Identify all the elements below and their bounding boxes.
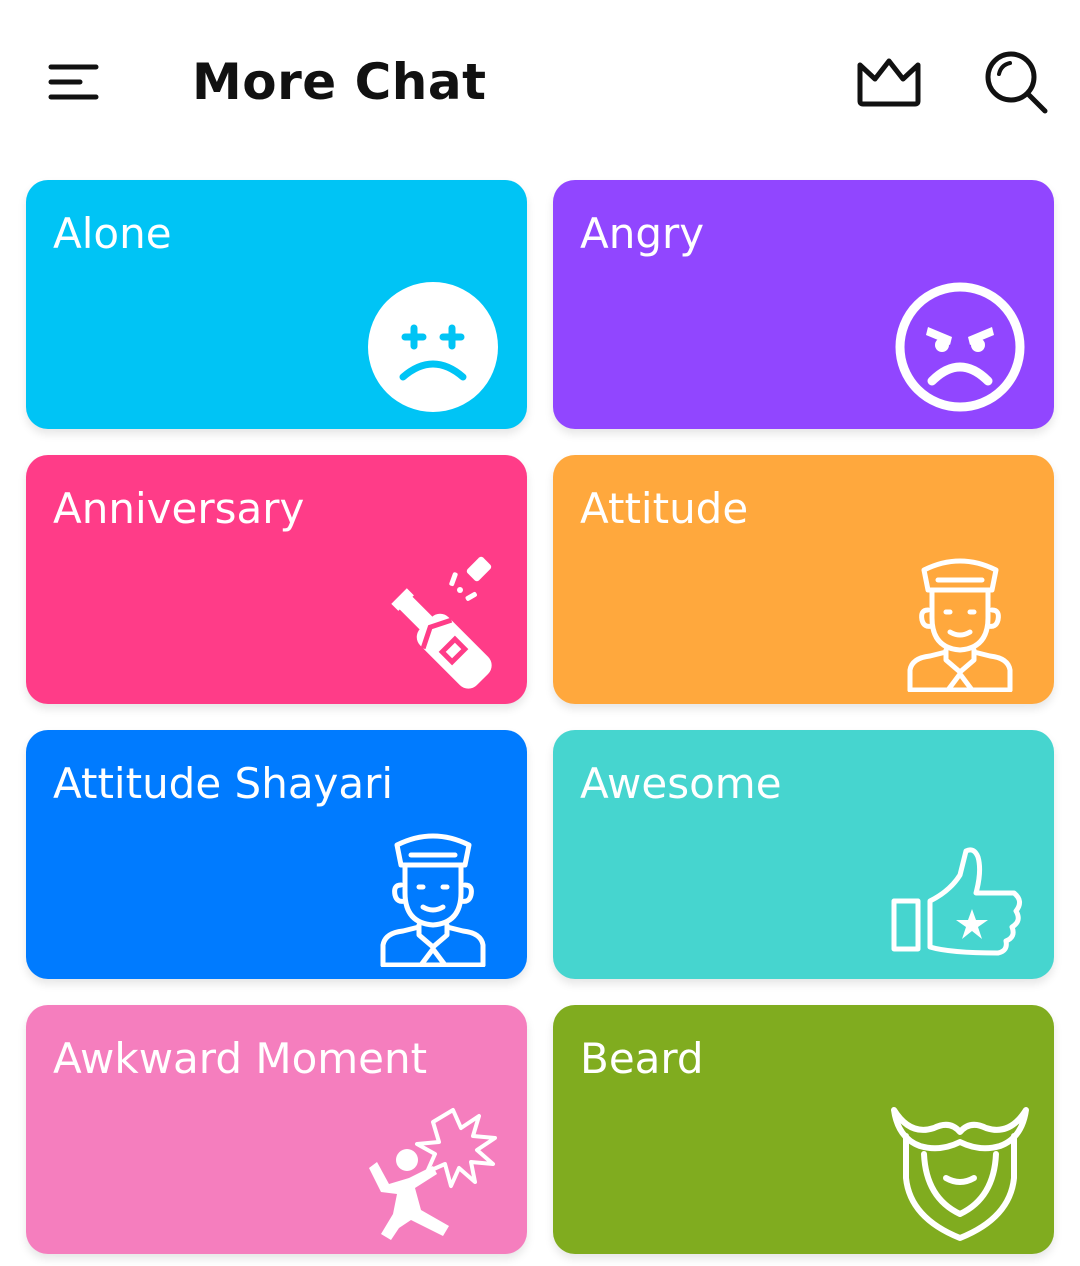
category-grid: Alone Angry Anniversary Attitude Attitud… (26, 180, 1054, 1254)
category-label: Awesome (580, 759, 782, 808)
thumbs-up-star-icon (890, 827, 1030, 967)
category-label: Alone (53, 209, 172, 258)
category-card-beard[interactable]: Beard (553, 1005, 1054, 1254)
category-label: Anniversary (53, 484, 305, 533)
category-card-awesome[interactable]: Awesome (553, 730, 1054, 979)
angry-face-icon (890, 277, 1030, 417)
beard-mustache-icon (890, 1102, 1030, 1242)
category-card-attitude-shayari[interactable]: Attitude Shayari (26, 730, 527, 979)
man-with-cap-icon (890, 552, 1030, 692)
search-button[interactable] (978, 44, 1054, 120)
premium-button[interactable] (850, 50, 928, 112)
category-label: Angry (580, 209, 705, 258)
category-card-alone[interactable]: Alone (26, 180, 527, 429)
man-with-cap-icon (363, 827, 503, 967)
category-label: Beard (580, 1034, 704, 1083)
slipping-person-icon (363, 1102, 503, 1242)
app-bar: More Chat (0, 0, 1080, 160)
champagne-bottle-icon (363, 552, 503, 692)
category-label: Attitude Shayari (53, 759, 394, 808)
crown-icon (857, 58, 921, 107)
menu-icon (48, 64, 99, 100)
sad-face-icon (363, 277, 503, 417)
category-card-anniversary[interactable]: Anniversary (26, 455, 527, 704)
menu-button[interactable] (40, 48, 108, 116)
category-label: Attitude (580, 484, 749, 533)
category-card-awkward-moment[interactable]: Awkward Moment (26, 1005, 527, 1254)
page-title: More Chat (192, 53, 487, 111)
category-card-attitude[interactable]: Attitude (553, 455, 1054, 704)
category-label: Awkward Moment (53, 1034, 428, 1083)
search-icon (985, 51, 1048, 114)
category-card-angry[interactable]: Angry (553, 180, 1054, 429)
